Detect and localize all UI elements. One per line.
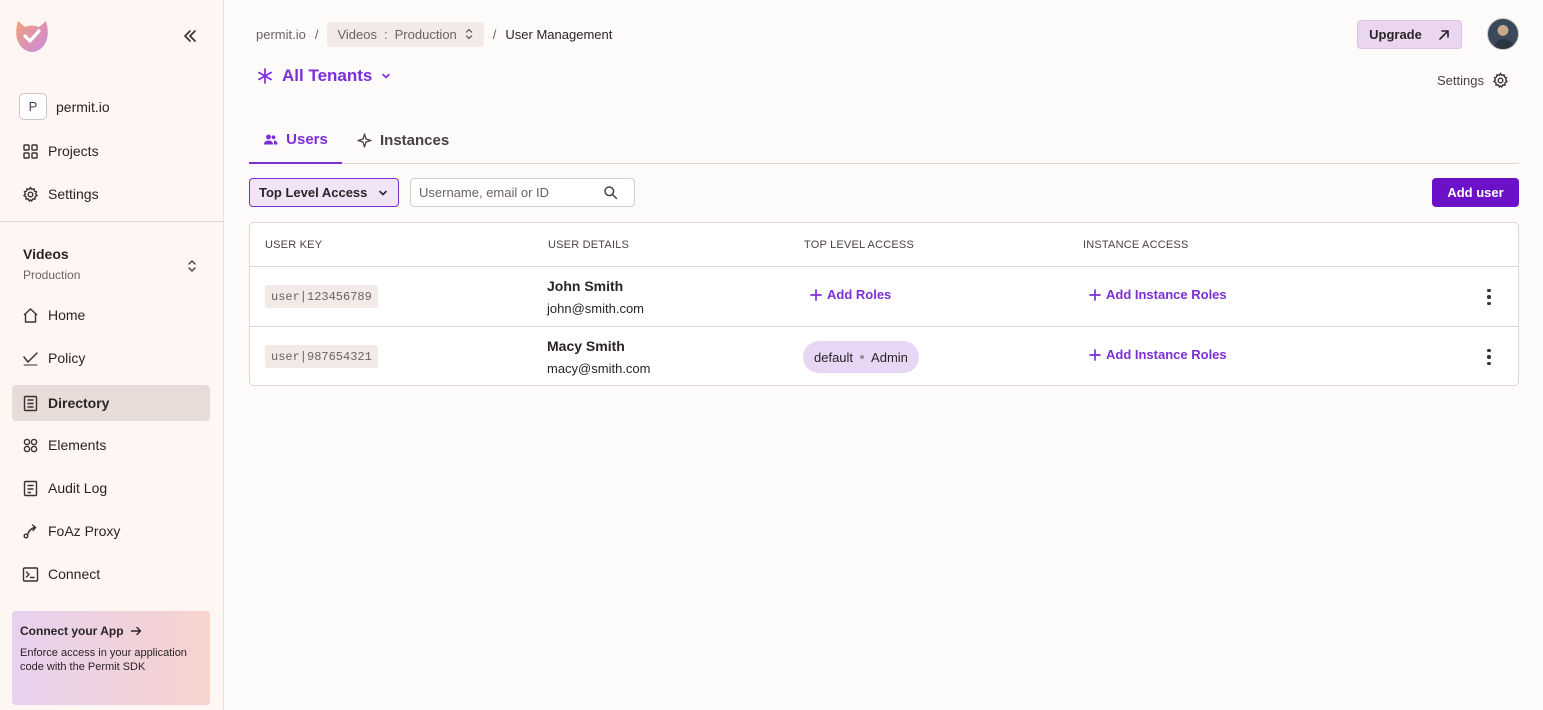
breadcrumb: permit.io / Videos : Production / User M… — [256, 21, 612, 47]
row-actions-menu-icon[interactable] — [1480, 287, 1498, 307]
settings-link[interactable]: Settings — [1437, 72, 1509, 89]
audit-log-icon — [23, 480, 38, 496]
upgrade-button[interactable]: Upgrade — [1357, 20, 1462, 49]
policy-icon — [23, 351, 38, 365]
tab-instances[interactable]: Instances — [357, 117, 449, 163]
add-user-button[interactable]: Add user — [1432, 178, 1519, 207]
permit-logo-icon[interactable] — [15, 17, 49, 53]
arrow-right-icon — [130, 626, 141, 636]
terminal-icon — [22, 566, 39, 582]
sidebar-item-elements[interactable]: Elements — [12, 427, 210, 463]
plus-icon — [810, 288, 822, 301]
connect-app-promo[interactable]: Connect your App Enforce access in your … — [12, 611, 210, 705]
home-icon — [23, 307, 38, 323]
user-key: user|987654321 — [265, 345, 378, 368]
search-input[interactable] — [419, 185, 603, 200]
sidebar-item-connect[interactable]: Connect — [12, 556, 210, 592]
elements-icon — [23, 438, 38, 452]
gear-icon — [22, 185, 39, 202]
add-instance-roles-button[interactable]: Add Instance Roles — [1089, 347, 1227, 362]
plus-icon — [1089, 288, 1101, 301]
sidebar-item-label: Policy — [48, 350, 86, 366]
sidebar-item-label: Connect — [48, 566, 101, 582]
proxy-icon — [23, 523, 37, 538]
sidebar-item-label: FoAz Proxy — [48, 523, 121, 539]
sidebar-item-settings[interactable]: Settings — [12, 176, 210, 212]
breadcrumb-separator: / — [314, 26, 319, 42]
sidebar-item-foaz-proxy[interactable]: FoAz Proxy — [12, 513, 210, 549]
user-key: user|123456789 — [265, 285, 378, 308]
sidebar-item-projects[interactable]: Projects — [12, 133, 210, 169]
chevron-down-icon — [382, 73, 391, 79]
project-environment[interactable]: Production — [23, 268, 80, 282]
user-email: macy@smith.com — [547, 361, 651, 376]
sidebar-item-label: Audit Log — [48, 480, 108, 496]
breadcrumb-org[interactable]: permit.io — [256, 27, 306, 42]
chevron-up-down-icon — [465, 28, 472, 40]
org-avatar: P — [19, 93, 47, 120]
directory-icon — [23, 395, 38, 411]
add-roles-button[interactable]: Add Roles — [810, 287, 891, 302]
collapse-sidebar-icon[interactable] — [180, 26, 200, 46]
plus-icon — [1089, 348, 1101, 361]
top-level-access-filter[interactable]: Top Level Access — [249, 178, 399, 207]
sidebar-item-label: Directory — [48, 395, 110, 411]
sparkle-icon — [357, 132, 372, 148]
chevron-up-down-icon[interactable] — [185, 258, 199, 274]
sidebar-item-label: Home — [48, 307, 86, 323]
tenant-selector-label: All Tenants — [282, 66, 373, 85]
dot-separator — [860, 355, 865, 359]
breadcrumb-project-env-selector[interactable]: Videos : Production — [327, 21, 484, 47]
user-name: Macy Smith — [547, 338, 625, 354]
breadcrumb-separator: / — [492, 26, 497, 42]
sidebar-item-label: Projects — [48, 143, 99, 159]
column-header: INSTANCE ACCESS — [1083, 239, 1189, 251]
role-tenant: default — [814, 349, 854, 365]
sidebar-item-directory[interactable]: Directory — [12, 385, 210, 421]
users-table: USER KEY USER DETAILS TOP LEVEL ACCESS I… — [249, 222, 1519, 386]
tenant-selector[interactable]: All Tenants — [256, 66, 392, 86]
tab-bar: Users Instances — [249, 117, 1519, 164]
tab-users[interactable]: Users — [249, 117, 342, 164]
user-search — [410, 178, 635, 207]
project-name[interactable]: Videos — [23, 246, 69, 262]
sidebar-item-policy[interactable]: Policy — [12, 340, 210, 376]
sidebar-item-label: Elements — [48, 437, 107, 453]
column-header: USER DETAILS — [548, 239, 630, 251]
add-instance-roles-button[interactable]: Add Instance Roles — [1089, 287, 1227, 302]
chevron-down-icon — [379, 190, 387, 195]
promo-title: Connect your App — [20, 624, 202, 638]
sidebar: P permit.io Projects Settings Videos Pro… — [0, 0, 224, 710]
search-icon[interactable] — [603, 185, 618, 200]
grid-icon — [23, 143, 38, 159]
users-icon — [264, 134, 278, 145]
sidebar-item-label: Settings — [48, 186, 99, 202]
row-actions-menu-icon[interactable] — [1480, 347, 1498, 367]
role-name: Admin — [871, 349, 908, 365]
arrow-up-right-icon — [1439, 29, 1449, 40]
sidebar-divider — [0, 221, 223, 222]
user-avatar[interactable] — [1487, 18, 1519, 50]
role-assignment-chip[interactable]: default Admin — [803, 341, 919, 373]
column-header: TOP LEVEL ACCESS — [804, 239, 914, 251]
sidebar-item-home[interactable]: Home — [12, 297, 210, 333]
breadcrumb-current-page: User Management — [505, 26, 613, 42]
sidebar-item-audit-log[interactable]: Audit Log — [12, 470, 210, 506]
gear-icon — [1492, 72, 1509, 88]
user-name: John Smith — [547, 278, 624, 294]
table-row[interactable]: user|987654321 Macy Smith macy@smith.com… — [250, 326, 1518, 386]
table-row[interactable]: user|123456789 John Smith john@smith.com… — [250, 266, 1518, 326]
promo-description: Enforce access in your application code … — [20, 647, 187, 673]
user-email: john@smith.com — [547, 301, 645, 316]
org-selector[interactable]: P permit.io — [19, 93, 110, 120]
column-header: USER KEY — [265, 239, 323, 251]
asterisk-icon — [258, 68, 272, 84]
org-name: permit.io — [56, 98, 110, 115]
